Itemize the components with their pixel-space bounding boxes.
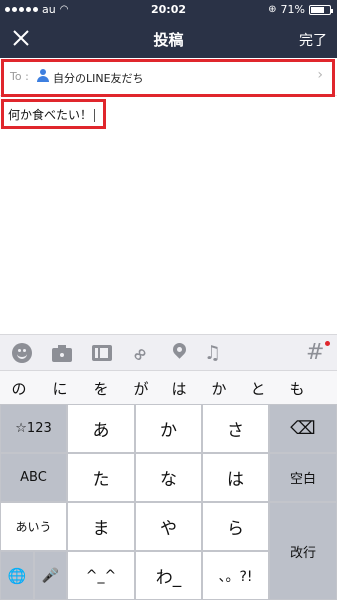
punctuation-key[interactable]: 、。?!: [202, 551, 269, 600]
rotation-lock-icon: ⊕: [268, 4, 277, 15]
page-title: 投稿: [153, 31, 184, 49]
kana-key[interactable]: わ_: [135, 551, 202, 600]
candidate-item[interactable]: を: [87, 378, 115, 399]
symbols-key[interactable]: ☆123: [0, 404, 67, 453]
emoji-icon[interactable]: [12, 343, 32, 363]
emoticon-key[interactable]: ^_^: [67, 551, 135, 600]
kana-key[interactable]: ま: [67, 502, 135, 551]
audience-highlight-box: [1, 59, 335, 97]
status-bar: au ◠ 20:02 ⊕ 71%: [0, 0, 337, 20]
kana-key[interactable]: ら: [202, 502, 269, 551]
abc-key[interactable]: ABC: [0, 453, 67, 502]
status-right: ⊕ 71%: [268, 3, 333, 16]
nav-bar: 投稿 完了: [0, 20, 337, 58]
video-icon[interactable]: [92, 343, 112, 363]
microphone-icon[interactable]: 🎤: [34, 551, 67, 600]
camera-icon[interactable]: [52, 343, 72, 363]
space-key[interactable]: 空白: [269, 453, 337, 502]
candidate-bar: の に を が は か と も: [0, 370, 337, 404]
candidate-item[interactable]: は: [165, 378, 193, 399]
candidate-item[interactable]: も: [283, 378, 311, 399]
music-icon[interactable]: ♫: [204, 343, 224, 363]
kana-key[interactable]: あ: [67, 404, 135, 453]
link-icon[interactable]: ∞: [127, 339, 156, 367]
location-icon[interactable]: [170, 340, 190, 363]
kana-key[interactable]: た: [67, 453, 135, 502]
hashtag-badge: [325, 341, 330, 346]
delete-icon[interactable]: ⌫: [269, 404, 337, 453]
kana-key[interactable]: な: [135, 453, 202, 502]
attachment-toolbar: ∞ ♫ #: [0, 334, 337, 370]
hiragana-key[interactable]: あいう: [0, 502, 67, 551]
candidate-item[interactable]: が: [127, 378, 155, 399]
text-highlight-box: [1, 99, 106, 129]
battery-fill: [311, 6, 324, 13]
hashtag-icon[interactable]: #: [306, 342, 326, 364]
kana-key[interactable]: さ: [202, 404, 269, 453]
kana-key[interactable]: や: [135, 502, 202, 551]
candidate-item[interactable]: の: [5, 378, 33, 399]
kana-key[interactable]: か: [135, 404, 202, 453]
keyboard: ☆123 ABC あいう 🌐 🎤 あ か さ た な は ま や ら ^_^ わ…: [0, 404, 337, 600]
done-button[interactable]: 完了: [299, 30, 327, 50]
candidate-item[interactable]: か: [205, 378, 233, 399]
battery-percent: 71%: [280, 3, 305, 16]
candidate-item[interactable]: に: [46, 378, 74, 399]
globe-icon[interactable]: 🌐: [0, 551, 34, 600]
return-key[interactable]: 改行: [269, 502, 337, 600]
candidate-item[interactable]: と: [244, 378, 272, 399]
battery-icon: [309, 4, 333, 15]
kana-key[interactable]: は: [202, 453, 269, 502]
